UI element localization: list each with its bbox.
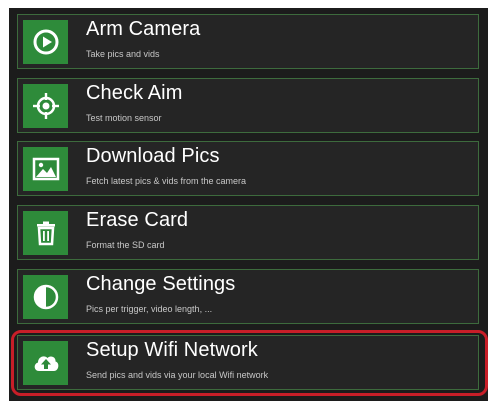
menu-item-title: Erase Card [86,209,189,231]
menu-item-title: Check Aim [86,82,183,104]
trash-icon [23,211,68,255]
menu-item-subtitle: Test motion sensor [86,113,162,123]
menu-item-title: Setup Wifi Network [86,339,258,361]
menu-item-erase-card[interactable]: Erase Card Format the SD card [17,205,479,260]
menu-item-subtitle: Fetch latest pics & vids from the camera [86,176,247,186]
menu-item-title: Download Pics [86,145,220,167]
menu-item-download-pics[interactable]: Download Pics Fetch latest pics & vids f… [17,141,479,196]
cloud-upload-icon [23,341,68,385]
menu-item-title: Change Settings [86,273,236,295]
half-circle-icon [23,275,68,319]
menu-item-subtitle: Take pics and vids [86,49,160,59]
menu-item-subtitle: Pics per trigger, video length, ... [86,304,213,314]
menu-item-subtitle: Format the SD card [86,240,165,250]
menu-item-title: Arm Camera [86,18,201,40]
image-icon [23,147,68,191]
menu-item-setup-wifi-network[interactable]: Setup Wifi Network Send pics and vids vi… [17,335,479,390]
menu-item-change-settings[interactable]: Change Settings Pics per trigger, video … [17,269,479,324]
play-circle-icon [23,20,68,64]
crosshair-icon [23,84,68,128]
menu-item-subtitle: Send pics and vids via your local Wifi n… [86,370,269,380]
menu-item-check-aim[interactable]: Check Aim Test motion sensor [17,78,479,133]
menu-item-arm-camera[interactable]: Arm Camera Take pics and vids [17,14,479,69]
